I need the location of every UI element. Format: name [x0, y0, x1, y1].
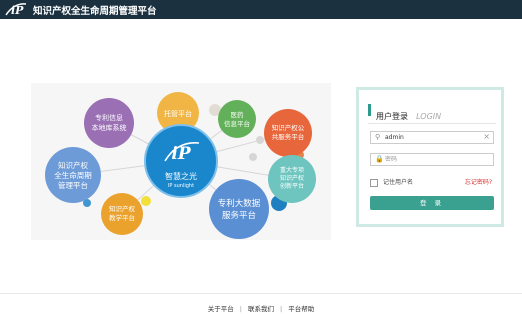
login-heading: 用户登录 LOGIN [368, 104, 441, 121]
bubble-patent-info-local: 专利信息 本地库系统 [84, 98, 134, 148]
footer-separator: | [239, 305, 242, 313]
bubble-lifecycle-mgmt: 知识产权 全生命周期 管理平台 [45, 147, 101, 203]
username-field[interactable]: ⚲ × [370, 131, 494, 144]
svg-text:创新平台: 创新平台 [280, 182, 304, 190]
remember-username[interactable]: 记住用户名 [370, 177, 413, 187]
bubble-pharma-info: 医药 信息平台 [218, 100, 256, 138]
footer: 关于平台 | 联系我们 | 平台帮助 [0, 303, 522, 313]
svg-text:专利信息: 专利信息 [95, 113, 123, 122]
top-bar: iP 知识产权全生命周期管理平台 [0, 0, 522, 19]
bubble-patent-big-data: 专利大数据 服务平台 [209, 179, 269, 239]
lock-icon: 🔒 [375, 155, 384, 163]
decor-dot [141, 196, 151, 206]
divider [368, 123, 496, 124]
svg-text:iP: iP [11, 4, 24, 17]
login-subtitle: LOGIN [416, 112, 442, 121]
password-input[interactable] [385, 154, 481, 165]
svg-text:教学平台: 教学平台 [109, 213, 135, 222]
footer-link-help[interactable]: 平台帮助 [288, 305, 314, 313]
svg-text:管理平台: 管理平台 [58, 180, 88, 190]
svg-text:医药: 医药 [231, 110, 245, 119]
remember-label: 记住用户名 [383, 179, 414, 186]
svg-text:服务平台: 服务平台 [222, 210, 256, 221]
svg-text:托管平台: 托管平台 [164, 109, 192, 118]
svg-text:智慧之光: 智慧之光 [165, 171, 197, 181]
svg-text:知识产权: 知识产权 [109, 204, 136, 213]
footer-link-about[interactable]: 关于平台 [208, 305, 234, 313]
footer-link-contact[interactable]: 联系我们 [248, 305, 274, 313]
svg-text:重大专项: 重大专项 [280, 166, 304, 174]
app-title: 知识产权全生命周期管理平台 [33, 6, 157, 17]
svg-text:IP sunlight: IP sunlight [168, 183, 194, 189]
hero-illustration: 专利信息 本地库系统 托管平台 医药 信息平台 知识产权公 共服务平台 重大专项… [31, 83, 331, 240]
bubble-public-service: 知识产权公 共服务平台 [264, 109, 312, 157]
username-input[interactable] [385, 132, 481, 143]
svg-text:知识产权公: 知识产权公 [272, 123, 305, 132]
footer-divider [0, 293, 522, 294]
hero-graphic: 专利信息 本地库系统 托管平台 医药 信息平台 知识产权公 共服务平台 重大专项… [45, 92, 316, 239]
login-title: 用户登录 [376, 112, 408, 121]
svg-text:专利大数据: 专利大数据 [218, 198, 261, 209]
svg-text:本地库系统: 本地库系统 [92, 123, 127, 132]
svg-text:知识产权: 知识产权 [280, 174, 304, 182]
user-icon: ⚲ [375, 133, 381, 141]
svg-text:知识产权: 知识产权 [58, 160, 88, 170]
svg-text:iP: iP [171, 144, 191, 164]
password-field[interactable]: 🔒 [370, 153, 494, 166]
login-button[interactable]: 登 录 [370, 196, 494, 210]
clear-icon[interactable]: × [483, 132, 490, 141]
decor-dot [249, 153, 257, 161]
remember-checkbox[interactable] [370, 178, 378, 187]
forgot-password-link[interactable]: 忘记密码? [465, 177, 492, 186]
center-bubble-ip-sunlight: iP 智慧之光 IP sunlight [144, 124, 218, 198]
decor-dot [256, 136, 264, 144]
svg-text:全生命周期: 全生命周期 [54, 170, 92, 180]
bubble-teaching-platform: 知识产权 教学平台 [101, 193, 143, 235]
ip-logo-icon: iP [5, 3, 27, 17]
footer-separator: | [280, 305, 283, 313]
bubble-major-project: 重大专项 知识产权 创新平台 [268, 155, 316, 203]
login-panel: 用户登录 LOGIN ⚲ × 🔒 记住用户名 忘记密码? 登 录 [356, 87, 504, 227]
svg-text:信息平台: 信息平台 [224, 119, 250, 128]
svg-text:共服务平台: 共服务平台 [272, 132, 305, 141]
